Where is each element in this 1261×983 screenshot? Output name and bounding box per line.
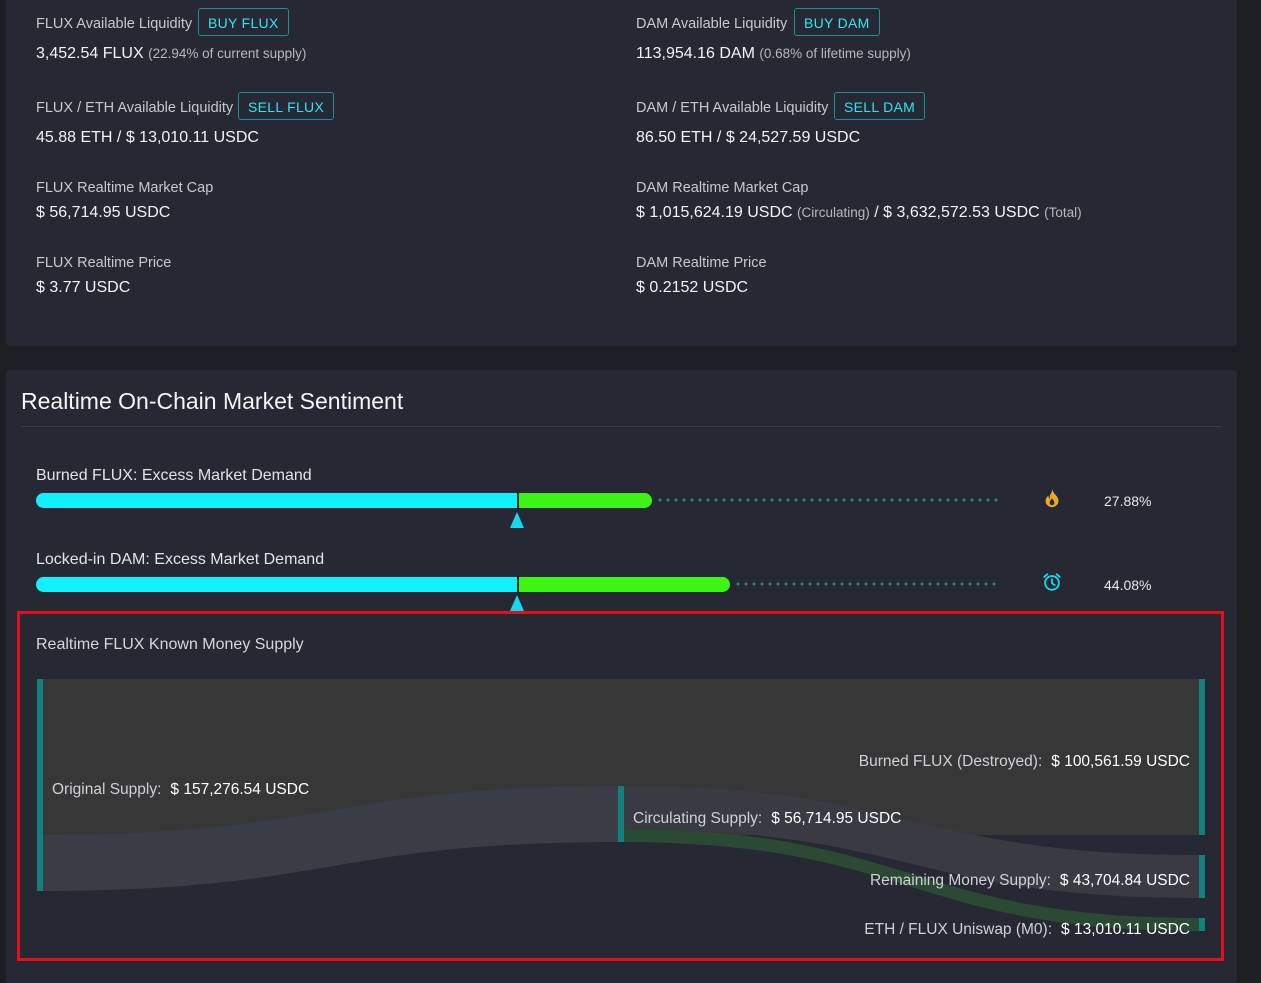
- highlight-box: [17, 611, 1224, 961]
